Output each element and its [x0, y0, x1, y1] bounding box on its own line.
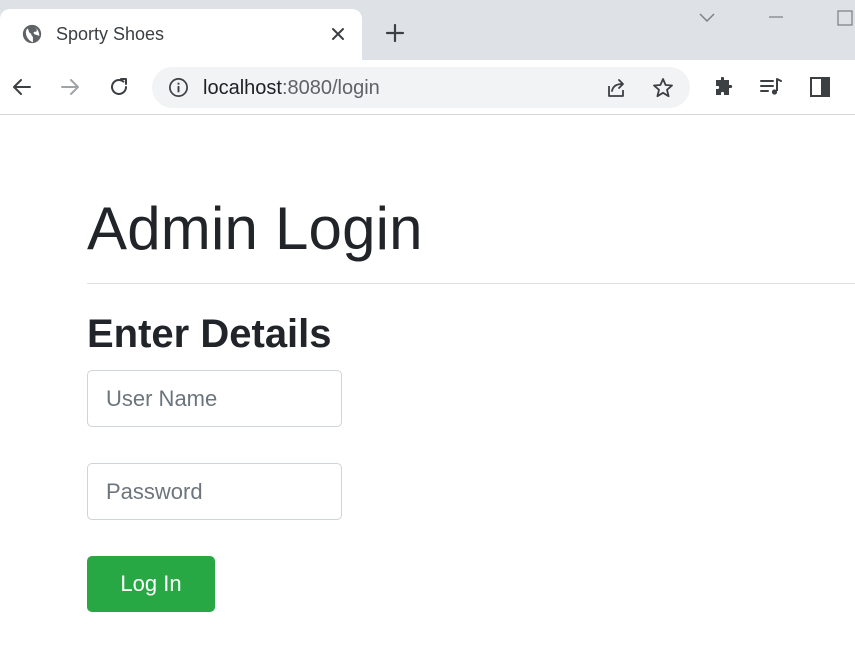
share-icon[interactable] — [604, 76, 628, 100]
chevron-down-icon[interactable] — [698, 10, 716, 24]
media-queue-icon[interactable] — [759, 75, 783, 99]
info-icon[interactable] — [168, 77, 189, 98]
side-panel-icon[interactable] — [808, 75, 832, 99]
page-title: Admin Login — [87, 195, 423, 262]
url-host: localhost — [203, 77, 282, 99]
tab-title: Sporty Shoes — [56, 24, 165, 44]
maximize-icon[interactable] — [836, 9, 854, 27]
minimize-icon[interactable] — [767, 10, 785, 24]
star-icon[interactable] — [651, 76, 675, 100]
globe-icon — [22, 24, 42, 44]
extensions-icon[interactable] — [712, 75, 736, 99]
url-path: :8080/login — [281, 77, 380, 99]
back-arrow-icon[interactable] — [10, 75, 34, 99]
plus-icon[interactable] — [384, 22, 406, 44]
tab-strip: Sporty Shoes — [0, 0, 855, 60]
browser-toolbar: localhost:8080/login — [0, 60, 855, 115]
browser-tab[interactable]: Sporty Shoes — [0, 9, 362, 60]
password-input[interactable] — [87, 463, 342, 520]
username-input[interactable] — [87, 370, 342, 427]
close-icon[interactable] — [328, 24, 348, 44]
section-title: Enter Details — [87, 312, 332, 356]
url-text[interactable]: localhost:8080/login — [203, 76, 380, 100]
forward-arrow-icon[interactable] — [58, 75, 82, 99]
reload-icon[interactable] — [107, 75, 131, 99]
page-content: Admin Login Enter Details Log In — [0, 116, 855, 648]
address-bar[interactable]: localhost:8080/login — [152, 67, 690, 108]
divider — [87, 283, 855, 284]
login-button[interactable]: Log In — [87, 556, 215, 612]
